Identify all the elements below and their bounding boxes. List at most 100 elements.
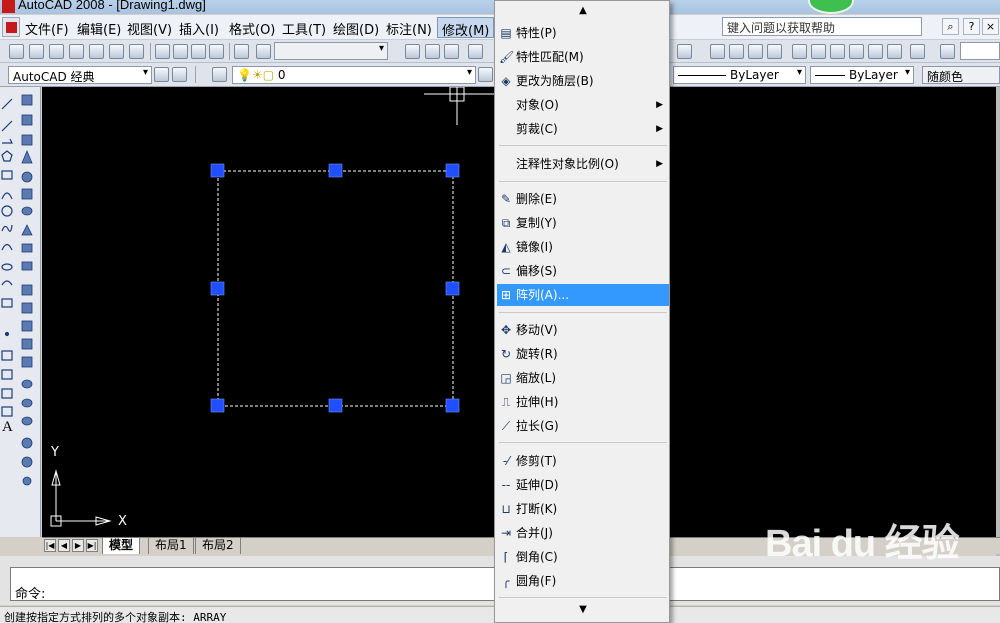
calculator-icon[interactable]: [887, 44, 902, 59]
menu-insert[interactable]: 插入(I): [179, 19, 219, 38]
menu-item-stretch[interactable]: ⎍ 拉伸(H): [497, 391, 669, 413]
view-icon[interactable]: [29, 44, 44, 59]
properties-icon[interactable]: [792, 44, 807, 59]
shade-icon[interactable]: [155, 44, 170, 59]
design-center-icon[interactable]: [811, 44, 826, 59]
view-icon[interactable]: [69, 44, 84, 59]
menu-item-offset[interactable]: ⊂ 偏移(S): [497, 260, 669, 282]
shade-icon[interactable]: [191, 44, 206, 59]
menu-item-trim[interactable]: -⁄ 修剪(T): [497, 450, 669, 472]
workspace-save-icon[interactable]: [172, 67, 187, 82]
target-icon[interactable]: [256, 44, 271, 59]
shade-icon[interactable]: [173, 44, 188, 59]
watermark-brand: Bai du 经验: [765, 523, 960, 565]
vertical-scrollbar[interactable]: [996, 87, 1000, 557]
close-icon[interactable]: ×: [982, 18, 999, 35]
plot-style-select[interactable]: 随颜色: [922, 66, 1000, 84]
help-search-input[interactable]: 键入问题以获取帮助: [722, 17, 922, 36]
last-tab-icon[interactable]: ▶|: [86, 539, 98, 552]
view-icon[interactable]: [49, 44, 64, 59]
layer-manager-icon[interactable]: [212, 67, 227, 82]
new-file-icon[interactable]: [9, 44, 24, 59]
make-current-layer-icon[interactable]: [478, 67, 493, 82]
scroll-down-icon[interactable]: ▼: [495, 604, 671, 615]
markup-icon[interactable]: [868, 44, 883, 59]
layer-select[interactable]: 💡☀▢ 0 ▾: [232, 66, 476, 84]
menu-item-lengthen[interactable]: ⟋ 拉长(G): [497, 415, 669, 437]
save-icon[interactable]: [444, 44, 459, 59]
menu-item-fillet[interactable]: ╭ 圆角(F): [497, 570, 669, 592]
camera-icon[interactable]: [234, 44, 249, 59]
new-icon[interactable]: [405, 44, 420, 59]
menu-tools[interactable]: 工具(T): [282, 19, 326, 38]
search-icon[interactable]: ⌕: [942, 18, 959, 35]
zoom-previous-icon[interactable]: [767, 44, 782, 59]
lineweight-select[interactable]: ByLayer ▾: [810, 66, 914, 84]
grip[interactable]: [445, 281, 460, 296]
grip[interactable]: [210, 163, 225, 178]
menu-item-properties[interactable]: ▤ 特性(P): [497, 22, 669, 44]
menu-item-array[interactable]: ⊞ 阵列(A)...: [497, 284, 669, 306]
grip[interactable]: [328, 398, 343, 413]
grip[interactable]: [445, 163, 460, 178]
menu-item-clip[interactable]: 剪裁(C) ▶: [497, 118, 669, 140]
prev-tab-icon[interactable]: ◀: [58, 539, 70, 552]
menu-item-break[interactable]: ⊔ 打断(K): [497, 498, 669, 520]
grip[interactable]: [210, 398, 225, 413]
menu-item-annotative-scale[interactable]: 注释性对象比例(O) ▶: [497, 153, 669, 175]
open-icon[interactable]: [425, 44, 440, 59]
tool-palettes-icon[interactable]: [830, 44, 845, 59]
text-style-icon[interactable]: [940, 44, 955, 59]
menu-file[interactable]: 文件(F): [25, 19, 69, 38]
help-icon[interactable]: ?: [963, 18, 980, 35]
zoom-icon[interactable]: [729, 44, 744, 59]
tab-layout1[interactable]: 布局1: [148, 538, 194, 554]
view-icon[interactable]: [129, 44, 144, 59]
app-menu-icon[interactable]: [2, 17, 20, 37]
properties-icon: ▤: [500, 26, 512, 40]
tab-layout2[interactable]: 布局2: [195, 538, 241, 554]
menu-item-change-to-bylayer[interactable]: ◈ 更改为随层(B): [497, 70, 669, 92]
menu-draw[interactable]: 绘图(D): [333, 19, 379, 38]
menu-item-join[interactable]: ⇥ 合并(J): [497, 522, 669, 544]
menu-item-rotate[interactable]: ↻ 旋转(R): [497, 343, 669, 365]
copy-icon: ⧉: [501, 216, 511, 230]
workspace-select[interactable]: AutoCAD 经典 ▾: [8, 66, 152, 84]
grip[interactable]: [328, 163, 343, 178]
multiline-text-tool[interactable]: A: [2, 419, 13, 436]
menu-item-extend[interactable]: -- 延伸(D): [497, 474, 669, 496]
next-tab-icon[interactable]: ▶: [72, 539, 84, 552]
workspace-settings-icon[interactable]: [154, 67, 169, 82]
sheet-set-icon[interactable]: [849, 44, 864, 59]
menu-item-move[interactable]: ✥ 移动(V): [497, 319, 669, 341]
tab-model[interactable]: 模型: [102, 538, 141, 554]
redo-icon[interactable]: [677, 44, 692, 59]
menu-format[interactable]: 格式(O): [229, 19, 275, 38]
view-icon[interactable]: [109, 44, 124, 59]
menu-item-object[interactable]: 对象(O) ▶: [497, 94, 669, 116]
menu-item-match-properties[interactable]: 🖌 特性匹配(M): [497, 46, 669, 68]
pan-icon[interactable]: [710, 44, 725, 59]
grip[interactable]: [210, 281, 225, 296]
visual-style-select[interactable]: ▾: [274, 42, 388, 60]
view-icon[interactable]: [89, 44, 104, 59]
menu-item-chamfer[interactable]: ⌈ 倒角(C): [497, 546, 669, 568]
linetype-select[interactable]: ByLayer ▾: [673, 66, 806, 84]
menu-modify[interactable]: 修改(M): [437, 17, 495, 39]
menu-item-mirror[interactable]: ◭ 镜像(I): [497, 236, 669, 258]
menu-item-erase[interactable]: ✎ 删除(E): [497, 188, 669, 210]
first-tab-icon[interactable]: |◀: [44, 539, 56, 552]
menu-edit[interactable]: 编辑(E): [77, 19, 121, 38]
selected-rectangle[interactable]: [217, 170, 454, 407]
menu-item-scale[interactable]: ◲ 缩放(L): [497, 367, 669, 389]
text-style-select[interactable]: [960, 42, 1000, 60]
help-icon[interactable]: [910, 44, 925, 59]
print-icon[interactable]: [468, 44, 483, 59]
grip[interactable]: [445, 398, 460, 413]
menu-view[interactable]: 视图(V): [127, 19, 172, 38]
menu-item-copy[interactable]: ⧉ 复制(Y): [497, 212, 669, 234]
zoom-window-icon[interactable]: [748, 44, 763, 59]
shade-icon[interactable]: [209, 44, 224, 59]
menu-dimension[interactable]: 标注(N): [386, 19, 432, 38]
scroll-up-icon[interactable]: ▲: [495, 5, 671, 16]
